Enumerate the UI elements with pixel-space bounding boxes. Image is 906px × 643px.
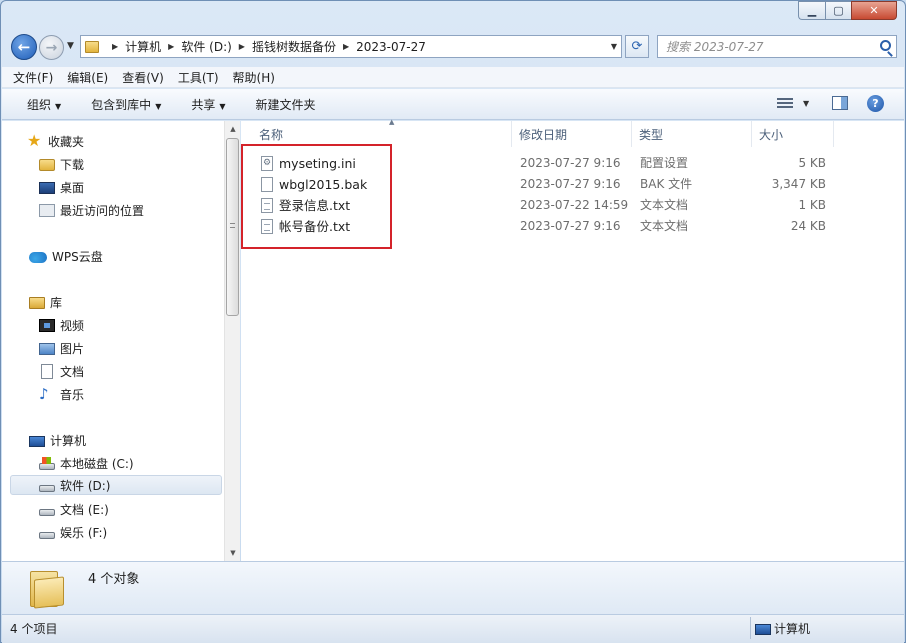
breadcrumb-chevron-icon[interactable]: ▶: [343, 42, 349, 51]
arrow-left-icon: ←: [17, 38, 31, 56]
column-header-type[interactable]: 类型: [632, 121, 752, 147]
help-icon[interactable]: ?: [867, 95, 884, 112]
annotation-highlight-box: [241, 144, 392, 249]
document-icon: [41, 363, 53, 379]
sort-ascending-icon: ▲: [389, 118, 395, 126]
breadcrumb-chevron-icon[interactable]: ▶: [112, 42, 118, 51]
nav-documents[interactable]: 文档: [39, 361, 84, 381]
menu-help[interactable]: 帮助(H): [233, 69, 275, 86]
scroll-thumb[interactable]: [226, 138, 239, 316]
breadcrumb-backup-folder[interactable]: 摇钱树数据备份: [252, 38, 336, 55]
breadcrumb-chevron-icon[interactable]: ▶: [168, 42, 174, 51]
nav-libraries[interactable]: 库: [29, 292, 62, 312]
back-button[interactable]: ←: [11, 34, 37, 60]
minimize-button[interactable]: ▁: [798, 1, 825, 20]
recent-pages-dropdown[interactable]: ▼: [67, 41, 74, 51]
change-view-icon[interactable]: [777, 98, 793, 110]
command-bar: 组织 ▼ 包含到库中 ▼ 共享 ▼ 新建文件夹: [2, 89, 904, 120]
search-icon[interactable]: [880, 40, 891, 51]
nav-videos[interactable]: 视频: [39, 315, 84, 335]
breadcrumb-drive-d[interactable]: 软件 (D:): [181, 38, 231, 55]
search-input[interactable]: [658, 36, 868, 57]
nav-computer[interactable]: 计算机: [29, 430, 86, 450]
nav-scrollbar[interactable]: ▲ ▼: [224, 121, 240, 561]
menu-view[interactable]: 查看(V): [122, 69, 164, 86]
computer-icon: [29, 435, 45, 447]
nav-drive-c[interactable]: 本地磁盘 (C:): [39, 453, 134, 473]
preview-pane-icon[interactable]: [832, 96, 848, 110]
video-icon: [39, 318, 55, 332]
refresh-icon: ⟳: [631, 39, 643, 54]
maximize-button[interactable]: ▢: [825, 1, 851, 20]
nav-favorites[interactable]: ★ 收藏夹: [27, 131, 84, 151]
forward-button[interactable]: →: [39, 35, 64, 60]
star-icon: ★: [27, 131, 42, 150]
menu-edit[interactable]: 编辑(E): [67, 69, 108, 86]
nav-desktop[interactable]: 桌面: [39, 177, 84, 197]
navigation-pane: ★ 收藏夹 下载 桌面 最近访问的位置 WPS云盘 库 视频 图片 文档 ♪ 音乐 …: [2, 121, 224, 561]
column-header-modified[interactable]: 修改日期: [512, 121, 632, 147]
item-count: 4 个对象: [88, 572, 140, 587]
explorer-window: ▁ ▢ ✕ ← → ▼ ▶ 计算机 ▶ 软件 (D:) ▶ 摇钱树数据备份 ▶ …: [0, 0, 906, 643]
folder-icon: [28, 568, 66, 609]
column-header-size[interactable]: 大小: [752, 121, 834, 147]
status-location: 计算机: [750, 617, 810, 639]
details-pane: 4 个对象: [2, 561, 904, 614]
nav-recent-places[interactable]: 最近访问的位置: [39, 200, 144, 220]
organize-button[interactable]: 组织 ▼: [27, 96, 61, 113]
drive-icon: [39, 531, 55, 539]
menu-bar: 文件(F) 编辑(E) 查看(V) 工具(T) 帮助(H): [2, 67, 904, 88]
nav-pictures[interactable]: 图片: [39, 338, 84, 358]
menu-file[interactable]: 文件(F): [13, 69, 53, 86]
nav-drive-d[interactable]: 软件 (D:): [10, 475, 222, 495]
drive-icon: [39, 508, 55, 516]
nav-music[interactable]: ♪ 音乐: [39, 384, 84, 404]
breadcrumb-computer[interactable]: 计算机: [125, 38, 161, 55]
nav-wps-cloud[interactable]: WPS云盘: [29, 246, 103, 266]
address-bar[interactable]: ▶ 计算机 ▶ 软件 (D:) ▶ 摇钱树数据备份 ▶ 2023-07-27 ▼: [80, 35, 622, 58]
nav-downloads[interactable]: 下载: [39, 154, 84, 174]
library-icon: [29, 297, 45, 309]
desktop-icon: [39, 182, 55, 194]
recent-places-icon: [39, 203, 55, 217]
nav-drive-e[interactable]: 文档 (E:): [39, 499, 109, 519]
refresh-button[interactable]: ⟳: [625, 35, 649, 58]
computer-icon: [755, 623, 771, 635]
downloads-folder-icon: [39, 159, 55, 171]
music-note-icon: ♪: [39, 385, 49, 403]
search-box: [657, 35, 897, 58]
scroll-down-icon[interactable]: ▼: [225, 545, 241, 561]
new-folder-button[interactable]: 新建文件夹: [256, 96, 316, 113]
folder-icon: [85, 40, 99, 53]
status-item-count: 4 个项目: [10, 622, 58, 636]
chevron-down-icon: ▼: [55, 101, 62, 111]
pictures-icon: [39, 343, 55, 355]
menu-tools[interactable]: 工具(T): [178, 69, 219, 86]
drive-icon: [39, 484, 55, 492]
breadcrumb-chevron-icon[interactable]: ▶: [239, 42, 245, 51]
close-button[interactable]: ✕: [851, 1, 897, 20]
arrow-right-icon: →: [45, 39, 58, 56]
chevron-down-icon: ▼: [219, 101, 226, 111]
include-in-library-button[interactable]: 包含到库中 ▼: [91, 96, 161, 113]
window-controls: ▁ ▢ ✕: [798, 1, 897, 20]
share-button[interactable]: 共享 ▼: [191, 96, 225, 113]
view-options-dropdown[interactable]: ▼: [803, 99, 809, 108]
nav-drive-f[interactable]: 娱乐 (F:): [39, 522, 107, 542]
chevron-down-icon: ▼: [155, 101, 162, 111]
cloud-icon: [29, 252, 47, 263]
scroll-up-icon[interactable]: ▲: [225, 121, 241, 137]
breadcrumb-current-folder[interactable]: 2023-07-27: [356, 40, 426, 54]
file-list: 名称▲ 修改日期 类型 大小 myseting.ini 2023-07-27 9…: [241, 118, 904, 561]
status-bar: 4 个项目 计算机: [2, 614, 904, 643]
system-drive-icon: [39, 456, 55, 470]
address-dropdown-icon[interactable]: ▼: [611, 42, 617, 51]
